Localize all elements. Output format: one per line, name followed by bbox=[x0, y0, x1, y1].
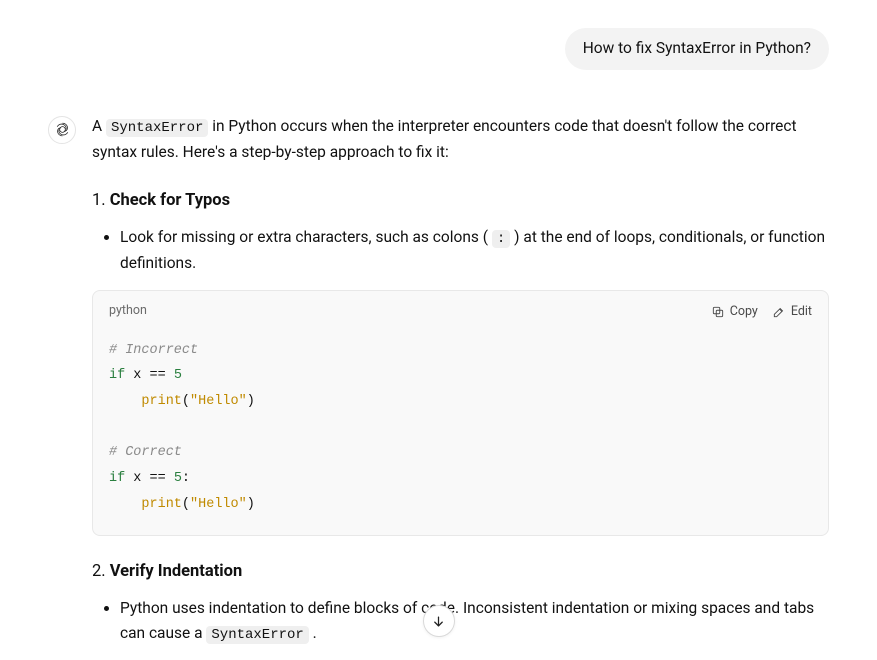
code-block-1: python Copy bbox=[92, 290, 829, 536]
code-token bbox=[109, 497, 141, 512]
section-number: 2. bbox=[92, 562, 106, 581]
code-token: : bbox=[182, 471, 190, 486]
inline-code-syntaxerror: SyntaxError bbox=[106, 119, 208, 137]
edit-button[interactable]: Edit bbox=[772, 304, 812, 319]
code-token: ( bbox=[182, 497, 190, 512]
code-token-keyword: if bbox=[109, 471, 125, 486]
code-token: ) bbox=[247, 394, 255, 409]
edit-icon bbox=[772, 305, 786, 319]
code-language-label: python bbox=[109, 301, 147, 322]
copy-button[interactable]: Copy bbox=[711, 304, 758, 319]
code-token: x == bbox=[125, 471, 174, 486]
assistant-intro-paragraph: A SyntaxError in Python occurs when the … bbox=[92, 114, 829, 166]
section-2-bullets: Python uses indentation to define blocks… bbox=[92, 596, 829, 648]
code-token-comment: # Incorrect bbox=[109, 343, 198, 358]
section-title: Verify Indentation bbox=[110, 562, 243, 581]
code-token-builtin: print bbox=[141, 497, 182, 512]
copy-icon bbox=[711, 305, 725, 319]
code-token-builtin: print bbox=[141, 394, 182, 409]
inline-code-syntaxerror-2: SyntaxError bbox=[206, 626, 308, 644]
assistant-avatar-icon bbox=[48, 116, 76, 144]
assistant-message-row: A SyntaxError in Python occurs when the … bbox=[48, 114, 829, 660]
copy-label: Copy bbox=[730, 304, 758, 319]
section-number: 1. bbox=[92, 191, 106, 210]
user-message-bubble: How to fix SyntaxError in Python? bbox=[565, 28, 829, 70]
text: Look for missing or extra characters, su… bbox=[120, 228, 492, 246]
list-item: Look for missing or extra characters, su… bbox=[120, 225, 829, 277]
code-token bbox=[109, 394, 141, 409]
code-token-comment: # Correct bbox=[109, 445, 182, 460]
user-message-row: How to fix SyntaxError in Python? bbox=[48, 28, 829, 70]
code-token-string: "Hello" bbox=[190, 394, 247, 409]
text: . bbox=[309, 624, 317, 642]
code-token-number: 5 bbox=[174, 368, 182, 383]
section-1-heading: 1. Check for Typos bbox=[92, 187, 829, 214]
code-block-header: python Copy bbox=[93, 291, 828, 330]
scroll-down-button[interactable] bbox=[423, 605, 455, 637]
code-token-number: 5 bbox=[174, 471, 182, 486]
code-token: ) bbox=[247, 497, 255, 512]
chat-container: How to fix SyntaxError in Python? A Synt… bbox=[0, 0, 877, 660]
list-item: Python uses indentation to define blocks… bbox=[120, 596, 829, 648]
section-title: Check for Typos bbox=[110, 191, 230, 210]
code-actions: Copy Edit bbox=[711, 304, 812, 319]
section-1-bullets: Look for missing or extra characters, su… bbox=[92, 225, 829, 277]
inline-code-colon: : bbox=[492, 230, 510, 248]
section-2-heading: 2. Verify Indentation bbox=[92, 558, 829, 585]
edit-label: Edit bbox=[791, 304, 812, 319]
code-token: ( bbox=[182, 394, 190, 409]
code-token-keyword: if bbox=[109, 368, 125, 383]
assistant-message-body: A SyntaxError in Python occurs when the … bbox=[92, 114, 829, 660]
code-content[interactable]: # Incorrect if x == 5 print("Hello") # C… bbox=[93, 330, 828, 535]
text: A bbox=[92, 117, 106, 135]
code-token-string: "Hello" bbox=[190, 497, 247, 512]
user-message-text: How to fix SyntaxError in Python? bbox=[583, 39, 811, 57]
code-token: x == bbox=[125, 368, 174, 383]
arrow-down-icon bbox=[431, 614, 446, 629]
